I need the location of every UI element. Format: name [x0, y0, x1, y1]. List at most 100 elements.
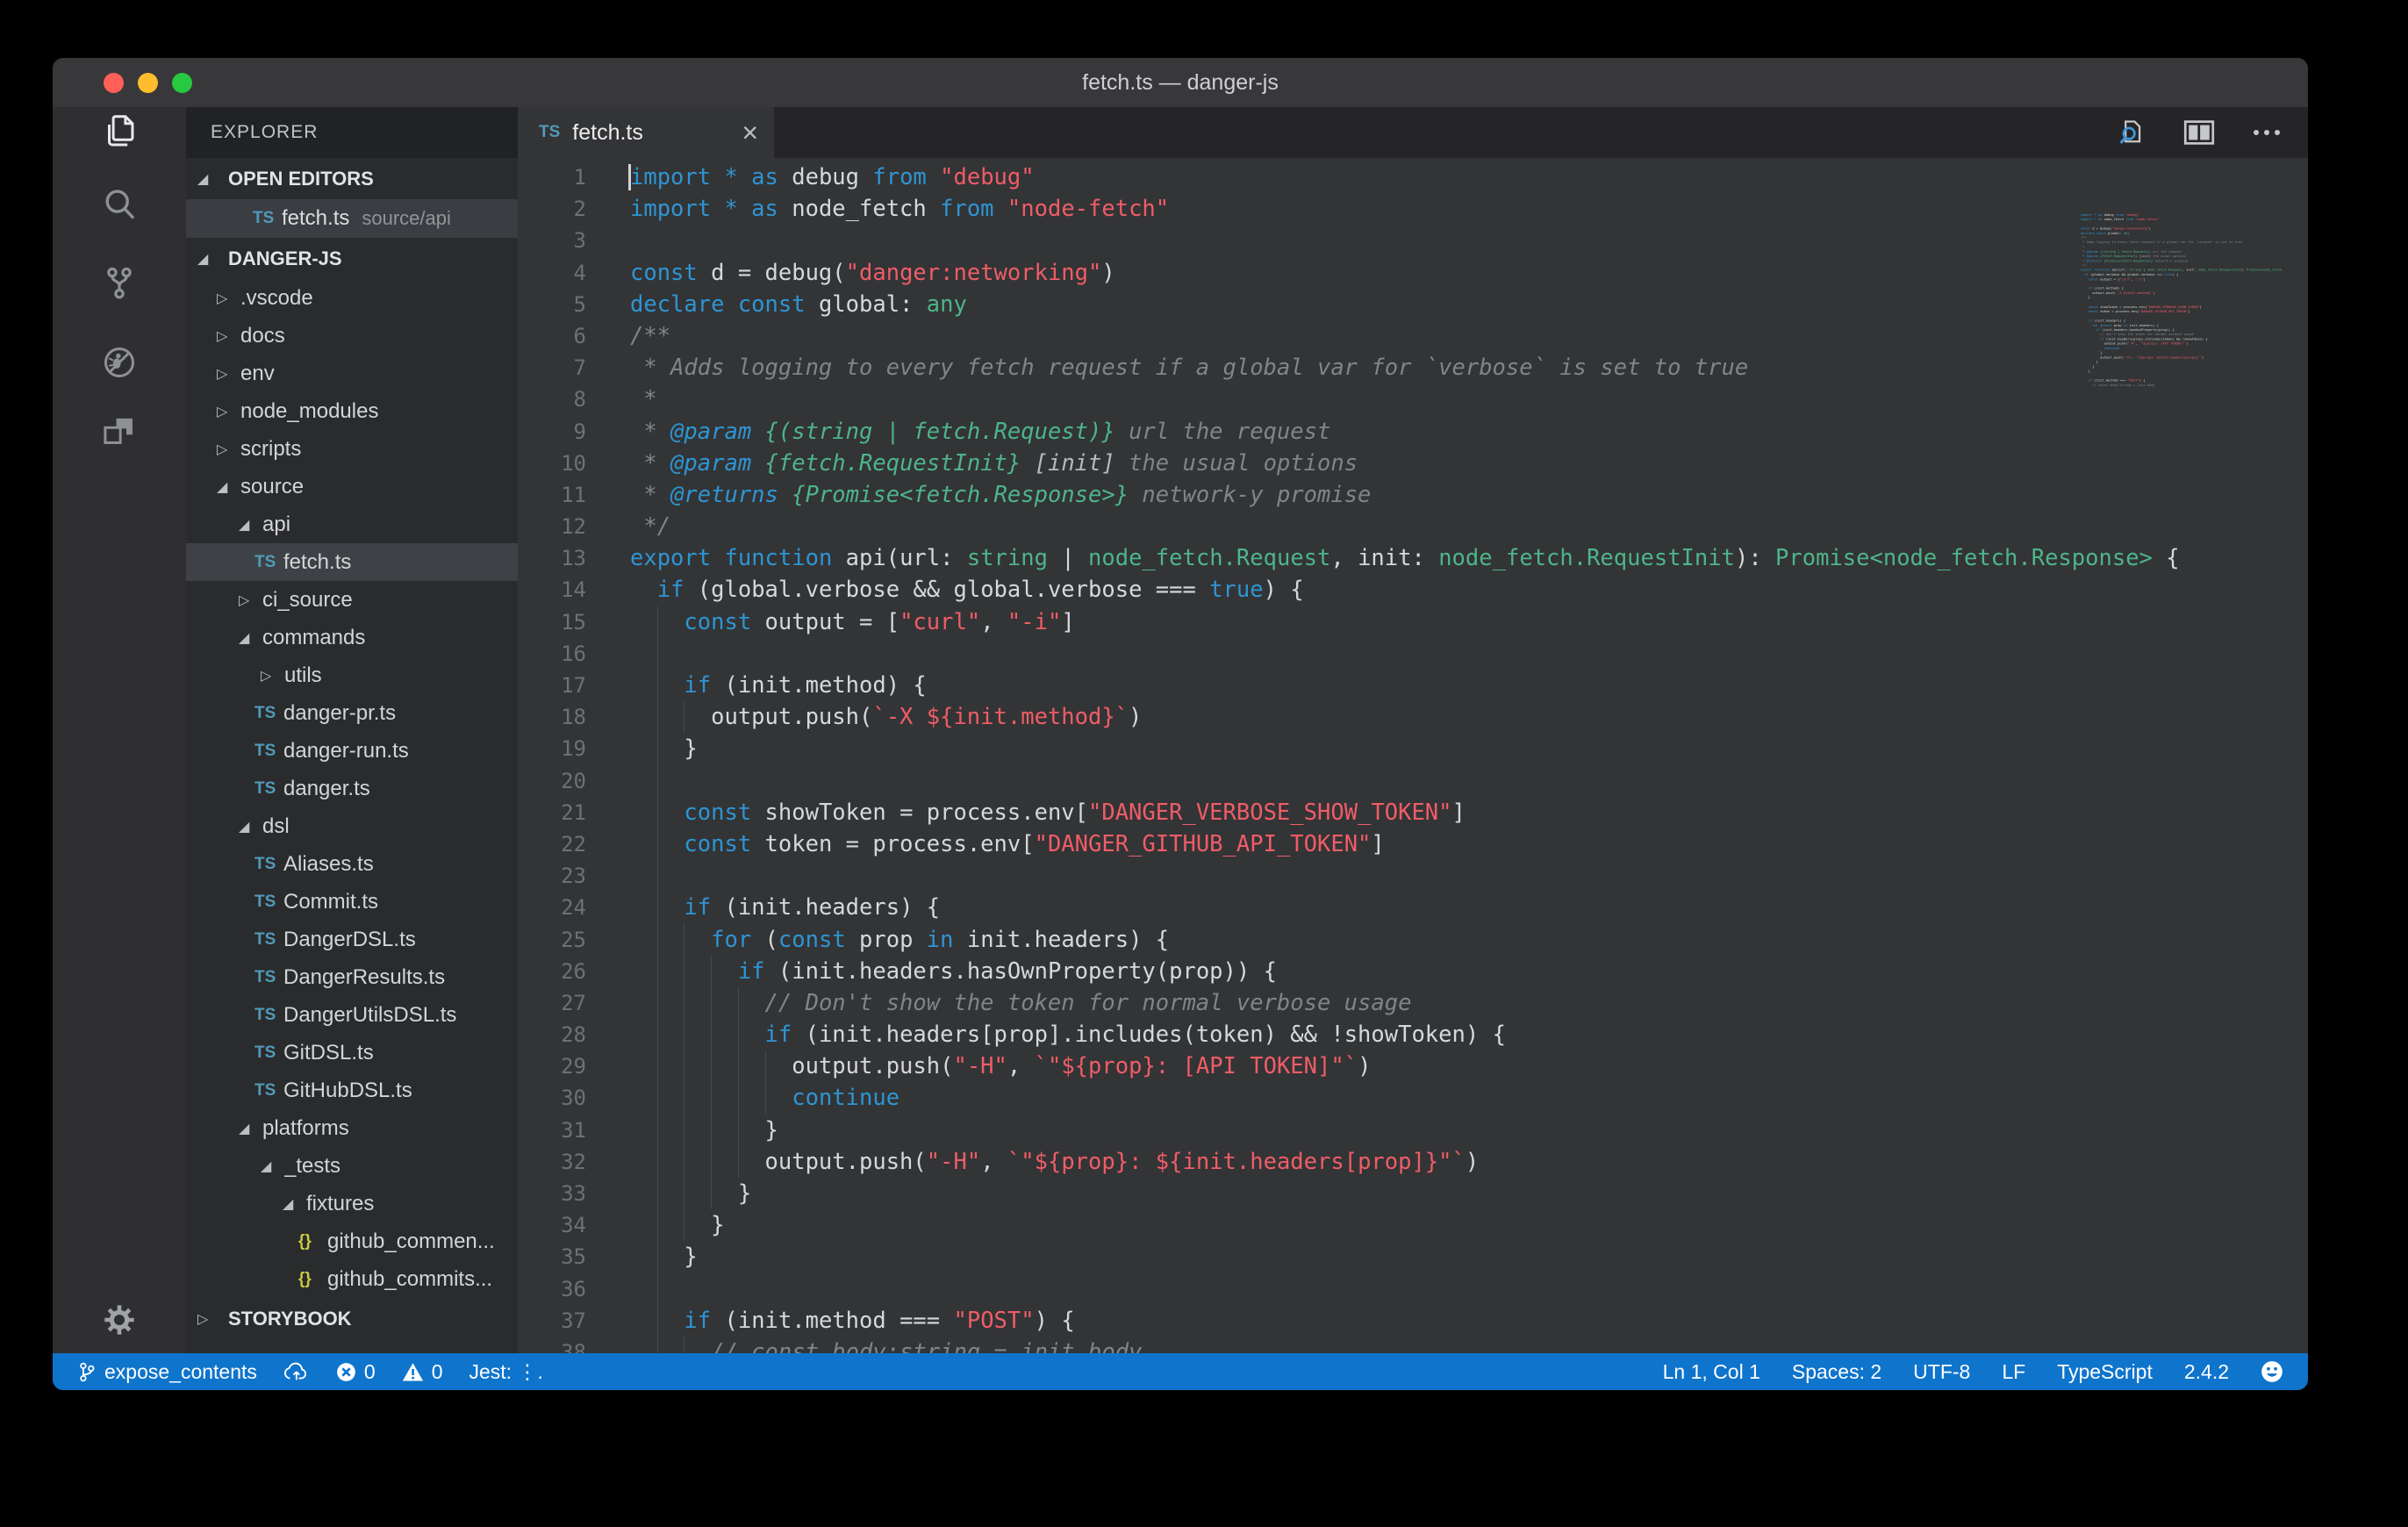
tree-file-Aliases.ts[interactable]: TS Aliases.ts — [186, 845, 518, 883]
tree-folder-env[interactable]: ▷ env — [186, 355, 518, 392]
tree-folder-source[interactable]: ◢ source — [186, 468, 518, 505]
code-line-23[interactable]: 23 — [518, 860, 2308, 893]
code-line-18[interactable]: 18 output.push(`-X ${init.method}`) — [518, 701, 2308, 734]
open-editor-fetch.ts[interactable]: TS fetch.ts source/api — [186, 199, 518, 238]
tree-file-Commit.ts[interactable]: TS Commit.ts — [186, 883, 518, 921]
twisty-collapsed-icon[interactable]: ▷ — [217, 365, 240, 383]
code-line-6[interactable]: 6/** — [518, 320, 2308, 352]
twisty-expanded-icon[interactable]: ◢ — [239, 629, 262, 647]
code-line-28[interactable]: 28 if (init.headers[prop].includes(token… — [518, 1019, 2308, 1051]
code-line-9[interactable]: 9 * @param {(string | fetch.Request)} ur… — [518, 416, 2308, 448]
status-errors[interactable]: 0 — [336, 1360, 376, 1384]
status-warnings[interactable]: 0 — [402, 1360, 443, 1384]
twisty-expanded-icon[interactable]: ◢ — [283, 1195, 306, 1213]
status-language-mode[interactable]: TypeScript — [2057, 1360, 2153, 1384]
project-section-header[interactable]: ◢ DANGER-JS — [186, 238, 518, 279]
tree-file-DangerUtilsDSL.ts[interactable]: TS DangerUtilsDSL.ts — [186, 996, 518, 1034]
code-line-29[interactable]: 29 output.push("-H", `"${prop}: [API TOK… — [518, 1050, 2308, 1083]
code-line-3[interactable]: 3 — [518, 225, 2308, 256]
twisty-collapsed-icon[interactable]: ▷ — [217, 327, 240, 345]
tree-folder-.vscode[interactable]: ▷ .vscode — [186, 279, 518, 317]
code-line-22[interactable]: 22 const token = process.env["DANGER_GIT… — [518, 828, 2308, 861]
twisty-collapsed-icon[interactable]: ▷ — [197, 1310, 221, 1328]
tree-file-github_commen...[interactable]: {} github_commen... — [186, 1222, 518, 1260]
code-line-25[interactable]: 25 for (const prop in init.headers) { — [518, 923, 2308, 956]
open-preview-button[interactable] — [2117, 118, 2146, 147]
activity-item-source-control[interactable] — [53, 258, 186, 307]
tree-file-github_commits...[interactable]: {} github_commits... — [186, 1260, 518, 1298]
code-line-11[interactable]: 11 * @returns {Promise<fetch.Response>} … — [518, 479, 2308, 511]
activity-item-explorer[interactable] — [53, 107, 186, 156]
code-editor[interactable]: 1 import * as debug from "debug" 2 import *… — [518, 158, 2308, 1353]
tree-file-DangerResults.ts[interactable]: TS DangerResults.ts — [186, 958, 518, 996]
tree-file-DangerDSL.ts[interactable]: TS DangerDSL.ts — [186, 921, 518, 958]
status-encoding[interactable]: UTF-8 — [1913, 1360, 1970, 1384]
activity-item-debug[interactable] — [53, 338, 186, 387]
code-line-2[interactable]: 2import * as node_fetch from "node-fetch… — [518, 193, 2308, 225]
close-tab-icon[interactable]: × — [742, 118, 758, 147]
code-line-38[interactable]: 38 // const body:string = init.body — [518, 1336, 2308, 1353]
status-ts-version[interactable]: 2.4.2 — [2184, 1360, 2229, 1384]
status-indentation[interactable]: Spaces: 2 — [1792, 1360, 1881, 1384]
tree-file-danger-pr.ts[interactable]: TS danger-pr.ts — [186, 694, 518, 732]
status-sync[interactable] — [283, 1361, 310, 1382]
more-actions-button[interactable] — [2252, 127, 2282, 138]
open-editors-header[interactable]: ◢ OPEN EDITORS — [186, 158, 518, 199]
tree-folder-fixtures[interactable]: ◢ fixtures — [186, 1185, 518, 1222]
code-line-34[interactable]: 34 } — [518, 1209, 2308, 1242]
code-line-27[interactable]: 27 // Don't show the token for normal ve… — [518, 986, 2308, 1020]
code-line-20[interactable]: 20 — [518, 764, 2308, 797]
tree-folder-ci_source[interactable]: ▷ ci_source — [186, 581, 518, 619]
tree-file-danger.ts[interactable]: TS danger.ts — [186, 770, 518, 807]
activity-item-search[interactable] — [53, 180, 186, 229]
storybook-section-header[interactable]: ▷ STORYBOOK — [186, 1298, 518, 1339]
activity-item-settings[interactable] — [53, 1295, 186, 1344]
status-feedback[interactable] — [2261, 1360, 2283, 1383]
tree-file-GitDSL.ts[interactable]: TS GitDSL.ts — [186, 1034, 518, 1072]
tree-folder-dsl[interactable]: ◢ dsl — [186, 807, 518, 845]
tree-folder-node_modules[interactable]: ▷ node_modules — [186, 392, 518, 430]
status-eol[interactable]: LF — [2002, 1360, 2025, 1384]
twisty-expanded-icon[interactable]: ◢ — [239, 818, 262, 835]
code-line-1[interactable]: 1import * as debug from "debug" — [518, 161, 2308, 193]
status-cursor-position[interactable]: Ln 1, Col 1 — [1663, 1360, 1760, 1384]
code-line-15[interactable]: 15 const output = ["curl", "-i"] — [518, 606, 2308, 638]
twisty-expanded-icon[interactable]: ◢ — [197, 250, 221, 268]
split-editor-button[interactable] — [2183, 118, 2215, 147]
code-line-31[interactable]: 31 } — [518, 1114, 2308, 1146]
code-line-8[interactable]: 8 * — [518, 384, 2308, 415]
status-jest[interactable]: Jest: ⋮. — [469, 1360, 543, 1384]
twisty-collapsed-icon[interactable]: ▷ — [217, 290, 240, 307]
code-line-37[interactable]: 37 if (init.method === "POST") { — [518, 1304, 2308, 1337]
twisty-expanded-icon[interactable]: ◢ — [239, 1120, 262, 1137]
tree-folder-api[interactable]: ◢ api — [186, 505, 518, 543]
code-line-36[interactable]: 36 — [518, 1272, 2308, 1305]
tree-file-fetch.ts[interactable]: TS fetch.ts — [186, 543, 518, 581]
code-line-14[interactable]: 14 if (global.verbose && global.verbose … — [518, 574, 2308, 606]
title-bar[interactable]: fetch.ts — danger-js — [53, 58, 2308, 107]
tree-folder-docs[interactable]: ▷ docs — [186, 317, 518, 355]
tree-folder-commands[interactable]: ◢ commands — [186, 619, 518, 656]
tree-file-danger-run.ts[interactable]: TS danger-run.ts — [186, 732, 518, 770]
tree-folder-scripts[interactable]: ▷ scripts — [186, 430, 518, 468]
twisty-expanded-icon[interactable]: ◢ — [197, 170, 221, 188]
twisty-collapsed-icon[interactable]: ▷ — [239, 591, 262, 609]
status-git-branch[interactable]: expose_contents — [77, 1360, 257, 1384]
code-line-7[interactable]: 7 * Adds logging to every fetch request … — [518, 352, 2308, 384]
twisty-collapsed-icon[interactable]: ▷ — [261, 667, 284, 685]
code-line-24[interactable]: 24 if (init.headers) { — [518, 892, 2308, 924]
code-line-19[interactable]: 19 } — [518, 733, 2308, 765]
code-line-17[interactable]: 17 if (init.method) { — [518, 670, 2308, 702]
twisty-collapsed-icon[interactable]: ▷ — [217, 403, 240, 420]
tree-file-GitHubDSL.ts[interactable]: TS GitHubDSL.ts — [186, 1072, 518, 1109]
code-line-4[interactable]: 4const d = debug("danger:networking") — [518, 257, 2308, 289]
tree-folder-platforms[interactable]: ◢ platforms — [186, 1109, 518, 1147]
code-line-30[interactable]: 30 continue — [518, 1082, 2308, 1115]
code-line-35[interactable]: 35 } — [518, 1241, 2308, 1273]
code-line-12[interactable]: 12 */ — [518, 511, 2308, 542]
twisty-expanded-icon[interactable]: ◢ — [217, 478, 240, 496]
code-line-13[interactable]: 13export function api(url: string | node… — [518, 542, 2308, 574]
tree-folder-_tests[interactable]: ◢ _tests — [186, 1147, 518, 1185]
twisty-collapsed-icon[interactable]: ▷ — [217, 441, 240, 458]
minimap[interactable]: 1import * as debug from "debug"2import *… — [2080, 212, 2283, 427]
